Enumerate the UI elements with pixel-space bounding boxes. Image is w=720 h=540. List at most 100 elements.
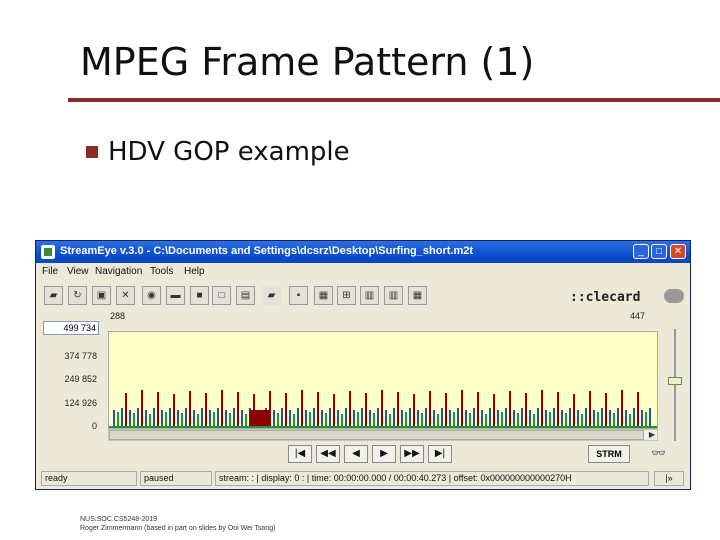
frame-bar (481, 410, 483, 426)
menu-navigation[interactable]: Navigation (95, 266, 142, 277)
frame-bar (285, 393, 287, 426)
frame-bar (189, 391, 191, 426)
columns-icon[interactable]: ▥ (384, 286, 403, 305)
footer-course: NUS.SOC.CS5248-2019 (80, 516, 158, 523)
frame-bar (477, 392, 479, 426)
strm-button[interactable]: STRM (588, 445, 630, 463)
scroll-right-icon[interactable]: ▶ (647, 430, 657, 440)
frame-bar (641, 410, 643, 426)
frame-bar (433, 410, 435, 426)
frame-bar (281, 408, 283, 426)
open-icon[interactable]: ▰ (44, 286, 63, 305)
view-mode-4-icon[interactable]: ▤ (236, 286, 255, 305)
frame-bar (349, 391, 351, 426)
frame-bar (421, 413, 423, 426)
frame-bar (537, 408, 539, 426)
view-mode-2-icon[interactable]: ■ (190, 286, 209, 305)
status-arrow-button[interactable]: |» (654, 471, 684, 486)
frame-bar (213, 412, 215, 426)
fast-forward-button[interactable]: ▶▶ (400, 445, 424, 463)
frame-bar (417, 410, 419, 426)
frame-bar (581, 414, 583, 426)
frame-bar (305, 410, 307, 426)
frame-bar (569, 408, 571, 426)
frame-bar (169, 408, 171, 426)
frame-bar (321, 410, 323, 426)
status-playback: paused (140, 471, 212, 486)
frame-bar (181, 413, 183, 426)
frame-bar (473, 408, 475, 426)
prev-frame-button[interactable]: ◀ (344, 445, 368, 463)
view-mode-1-icon[interactable]: ▬ (166, 286, 185, 305)
last-frame-button[interactable]: ▶| (428, 445, 452, 463)
frame-bar (401, 410, 403, 426)
frame-bar (405, 412, 407, 426)
maximize-button[interactable]: □ (651, 244, 667, 259)
frame-bar (117, 412, 119, 426)
frame-bar (277, 413, 279, 426)
menu-help[interactable]: Help (184, 266, 205, 277)
grid-icon[interactable]: ▦ (314, 286, 333, 305)
refresh-icon[interactable]: ↻ (68, 286, 87, 305)
frame-bar (121, 408, 123, 426)
menu-file[interactable]: File (42, 266, 58, 277)
cloud-icon[interactable] (664, 289, 684, 303)
first-frame-button[interactable]: |◀ (288, 445, 312, 463)
frame-bar (353, 410, 355, 426)
close-file-icon[interactable]: ✕ (116, 286, 135, 305)
frame-bar (501, 412, 503, 426)
frame-bar (593, 410, 595, 426)
macroblock-icon[interactable]: ⊞ (337, 286, 356, 305)
slide-title: MPEG Frame Pattern (1) (80, 40, 535, 84)
frame-bar (573, 394, 575, 426)
table-icon[interactable]: ▦ (408, 286, 427, 305)
zoom-slider[interactable] (668, 329, 682, 441)
frame-bar (553, 408, 555, 426)
frame-bar (173, 394, 175, 426)
binoculars-icon[interactable]: 👓 (651, 446, 666, 460)
menu-view[interactable]: View (67, 266, 89, 277)
frame-bar (137, 408, 139, 426)
bullet-square-icon (86, 146, 98, 158)
horizontal-scrollbar[interactable]: ◀ ▶ (108, 429, 658, 441)
slide-footer: NUS.SOC.CS5248-2019 Roger Zimmermann (ba… (80, 515, 275, 533)
frame-bar (209, 410, 211, 426)
frame-bar (565, 413, 567, 426)
bars-icon[interactable]: ▥ (360, 286, 379, 305)
frame-bar (505, 408, 507, 426)
frame-bar (461, 390, 463, 426)
menu-tools[interactable]: Tools (150, 266, 173, 277)
app-icon (41, 245, 55, 259)
frame-bar (637, 392, 639, 426)
frame-bar (205, 393, 207, 426)
scroll-thumb[interactable] (109, 430, 644, 440)
frame-bar (297, 408, 299, 426)
frame-bar (241, 410, 243, 426)
frame-bar (125, 393, 127, 426)
stats-icon[interactable]: ▪ (289, 286, 308, 305)
rewind-button[interactable]: ◀◀ (316, 445, 340, 463)
slider-knob[interactable] (668, 377, 682, 385)
close-button[interactable]: ✕ (670, 244, 686, 259)
frame-bar (441, 408, 443, 426)
y-scale-input[interactable] (43, 321, 99, 335)
minimize-button[interactable]: _ (633, 244, 649, 259)
window-titlebar: StreamEye v.3.0 - C:\Documents and Setti… (36, 241, 690, 263)
frame-bar (193, 410, 195, 426)
frame-bar (217, 408, 219, 426)
bullet-item: HDV GOP example (86, 137, 350, 167)
play-button[interactable]: ▶ (372, 445, 396, 463)
frame-bar (341, 414, 343, 426)
window-title: StreamEye v.3.0 - C:\Documents and Setti… (60, 245, 474, 257)
frame-bar (361, 408, 363, 426)
frame-bar (337, 410, 339, 426)
analyze-icon[interactable]: ◉ (142, 286, 161, 305)
frame-bar (165, 412, 167, 426)
y-label-249852: 249 852 (64, 374, 97, 384)
frame-bar (645, 412, 647, 426)
folder-icon[interactable]: ▰ (262, 286, 281, 305)
frame-size-plot[interactable] (108, 331, 658, 429)
view-mode-3-icon[interactable]: □ (212, 286, 231, 305)
save-icon[interactable]: ▣ (92, 286, 111, 305)
selected-frame-range[interactable] (249, 410, 269, 426)
